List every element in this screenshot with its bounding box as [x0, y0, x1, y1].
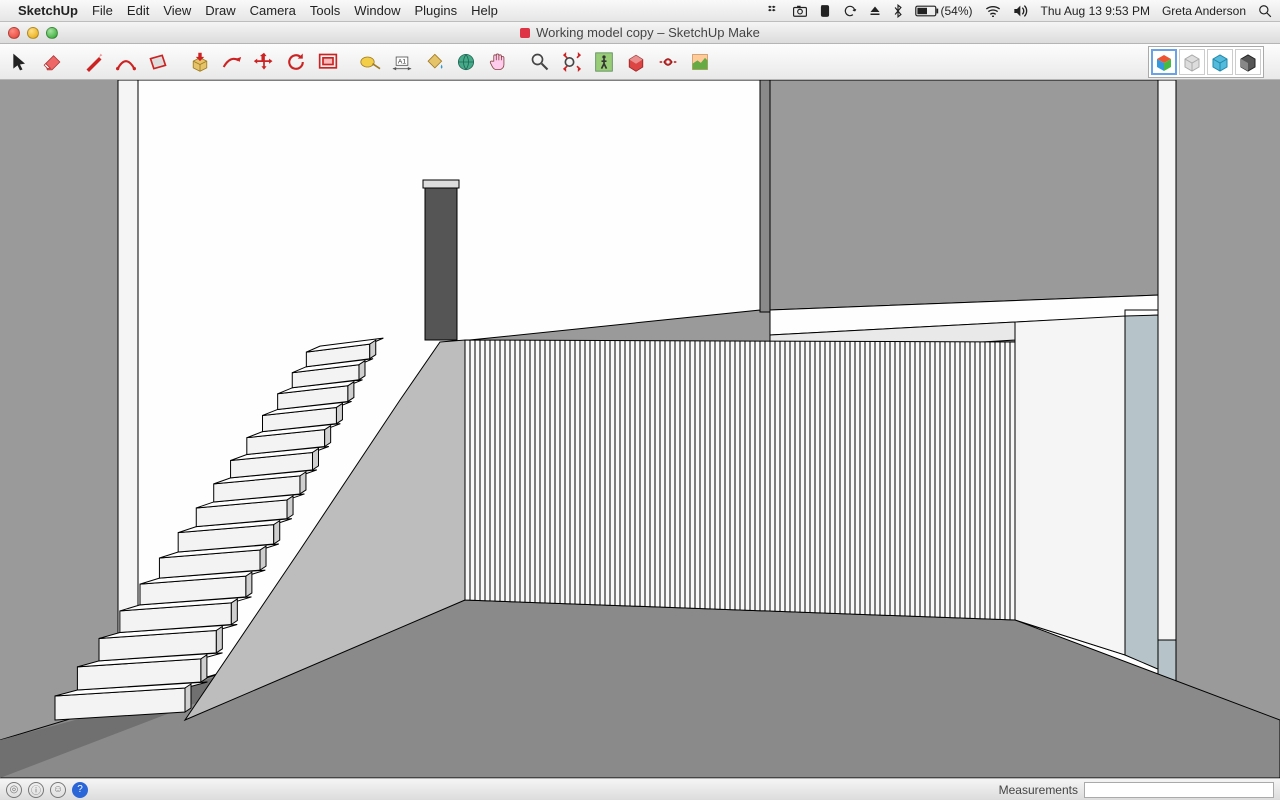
clock[interactable]: Thu Aug 13 9:53 PM: [1041, 4, 1150, 18]
statusbar: ◎ ⓘ ☺ ? Measurements: [0, 778, 1280, 800]
dimension-tool[interactable]: A1: [388, 48, 416, 76]
model-viewport[interactable]: [0, 80, 1280, 778]
style-monochrome[interactable]: [1235, 49, 1261, 75]
menubar-status: (54%) Thu Aug 13 9:53 PM Greta Anderson: [767, 4, 1272, 18]
pan-tool[interactable]: [484, 48, 512, 76]
battery-percent: (54%): [941, 4, 973, 18]
camera-icon[interactable]: [793, 5, 807, 17]
menu-view[interactable]: View: [163, 3, 191, 18]
style-xray[interactable]: [1207, 49, 1233, 75]
menu-help[interactable]: Help: [471, 3, 498, 18]
face-style-toolbar: [1148, 46, 1264, 78]
evernote-icon[interactable]: [819, 4, 831, 18]
sectionplane-tool[interactable]: [622, 48, 650, 76]
offset-tool[interactable]: [314, 48, 342, 76]
app-menu[interactable]: SketchUp: [18, 3, 78, 18]
measurements-label: Measurements: [999, 783, 1078, 797]
spotlight-icon[interactable]: [1258, 4, 1272, 18]
line-tool[interactable]: [80, 48, 108, 76]
rotate-tool[interactable]: [282, 48, 310, 76]
tapemeasure-tool[interactable]: [356, 48, 384, 76]
zoomextents-tool[interactable]: [558, 48, 586, 76]
wifi-icon[interactable]: [985, 5, 1001, 17]
help-icon[interactable]: ?: [72, 782, 88, 798]
geolocation-icon[interactable]: ◎: [6, 782, 22, 798]
credits-icon[interactable]: ⓘ: [28, 782, 44, 798]
lookaround-tool[interactable]: [654, 48, 682, 76]
battery-icon[interactable]: (54%): [915, 4, 973, 18]
pushpull-tool[interactable]: [186, 48, 214, 76]
measurements-input[interactable]: [1084, 782, 1274, 798]
select-tool[interactable]: [6, 48, 34, 76]
followme-tool[interactable]: [218, 48, 246, 76]
menu-tools[interactable]: Tools: [310, 3, 340, 18]
rectangle-tool[interactable]: [144, 48, 172, 76]
eraser-tool[interactable]: [38, 48, 66, 76]
style-shaded-textures[interactable]: [1151, 49, 1177, 75]
eject-icon[interactable]: [869, 5, 881, 17]
user-menu[interactable]: Greta Anderson: [1162, 4, 1246, 18]
menu-draw[interactable]: Draw: [205, 3, 235, 18]
menu-plugins[interactable]: Plugins: [414, 3, 457, 18]
move-tool[interactable]: [250, 48, 278, 76]
dropbox-icon[interactable]: [767, 4, 781, 18]
volume-icon[interactable]: [1013, 5, 1029, 17]
sync-icon[interactable]: [843, 4, 857, 18]
walk-tool[interactable]: [590, 48, 618, 76]
window-title: Working model copy – SketchUp Make: [0, 25, 1280, 40]
menu-camera[interactable]: Camera: [250, 3, 296, 18]
menu-edit[interactable]: Edit: [127, 3, 149, 18]
svg-text:A1: A1: [398, 58, 406, 65]
style-hiddenline[interactable]: [1179, 49, 1205, 75]
document-proxy-icon[interactable]: [520, 28, 530, 38]
paintbucket-tool[interactable]: [420, 48, 448, 76]
component-tool[interactable]: [452, 48, 480, 76]
window-titlebar: Working model copy – SketchUp Make: [0, 22, 1280, 44]
window-minimize-button[interactable]: [27, 27, 39, 39]
menu-window[interactable]: Window: [354, 3, 400, 18]
toolbar: A1: [0, 44, 1280, 80]
mac-menubar: SketchUp File Edit View Draw Camera Tool…: [0, 0, 1280, 22]
addlocation-tool[interactable]: [686, 48, 714, 76]
bluetooth-icon[interactable]: [893, 4, 903, 18]
window-close-button[interactable]: [8, 27, 20, 39]
window-zoom-button[interactable]: [46, 27, 58, 39]
arc-tool[interactable]: [112, 48, 140, 76]
profile-icon[interactable]: ☺: [50, 782, 66, 798]
zoom-tool[interactable]: [526, 48, 554, 76]
menu-file[interactable]: File: [92, 3, 113, 18]
